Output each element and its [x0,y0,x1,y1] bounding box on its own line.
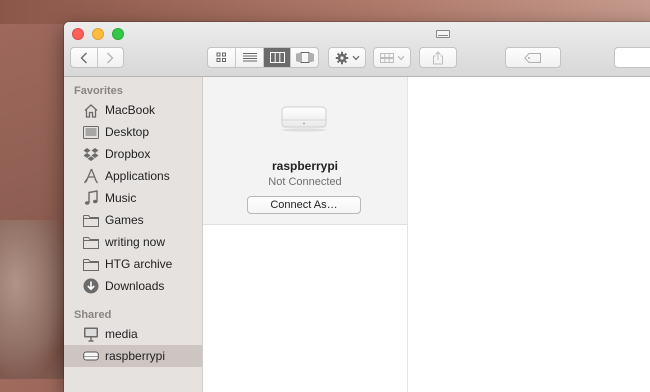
chevron-left-icon [80,52,87,63]
sidebar-item-label: media [105,327,138,341]
sidebar-item-media[interactable]: media [64,323,202,345]
finder-window: Favorites MacBook Desktop Dropbox Applic… [64,22,650,392]
cover-flow-button[interactable] [290,48,318,67]
sidebar-item-label: writing now [105,235,166,249]
list-view-icon [242,53,257,62]
action-menu-button[interactable] [328,47,366,68]
sidebar-item-label: MacBook [105,103,156,117]
view-mode-control [207,47,319,68]
sidebar-item-label: raspberrypi [105,349,166,363]
arrange-menu-button[interactable] [373,47,411,68]
desktop-icon [82,123,100,141]
network-drive-title-icon [436,30,450,38]
network-drive-icon [82,347,100,365]
chevron-down-icon [352,55,359,60]
sidebar-item-label: Music [105,191,137,205]
minimize-window-button[interactable] [92,28,104,40]
sidebar-item-writing-now[interactable]: writing now [64,231,202,253]
titlebar [64,22,650,77]
sidebar-item-label: Applications [105,169,170,183]
sidebar-item-music[interactable]: Music [64,187,202,209]
downloads-icon [82,277,100,295]
home-icon [82,101,100,119]
sidebar-item-applications[interactable]: Applications [64,165,202,187]
chevron-right-icon [107,52,114,63]
column-view-icon [269,52,285,63]
connect-as-button[interactable]: Connect As… [247,196,361,214]
folder-icon [82,211,100,229]
sidebar-item-macbook[interactable]: MacBook [64,99,202,121]
sidebar-item-dropbox[interactable]: Dropbox [64,143,202,165]
browser-column: raspberrypi Not Connected Connect As… [203,77,408,392]
edit-tags-button[interactable] [505,47,561,68]
sidebar-item-label: Games [105,213,144,227]
sidebar-item-label: Downloads [105,279,165,293]
sidebar-item-raspberrypi[interactable]: raspberrypi [64,345,202,367]
sidebar-item-label: Dropbox [105,147,151,161]
column-view-button[interactable] [262,48,291,67]
desktop-wallpaper-top [0,0,650,24]
sidebar-item-downloads[interactable]: Downloads [64,275,202,297]
folder-icon [82,233,100,251]
chevron-down-icon [397,55,404,60]
music-icon [82,189,100,207]
zoom-window-button[interactable] [112,28,124,40]
device-name: raspberrypi [271,159,339,173]
network-server-icon [281,106,327,132]
computer-icon [82,325,100,343]
tag-icon [524,52,541,63]
desktop-wallpaper-blob [0,220,70,380]
back-forward-control [70,47,124,68]
sidebar: Favorites MacBook Desktop Dropbox Applic… [64,77,203,392]
list-view-button[interactable] [235,48,263,67]
favorites-section-label: Favorites [74,85,123,97]
arrange-icon [379,52,394,63]
sidebar-item-label: Desktop [105,125,150,139]
column-browser: raspberrypi Not Connected Connect As… [203,77,650,392]
back-button[interactable] [71,48,97,67]
folder-icon [82,255,100,273]
connection-status: Not Connected [268,176,342,188]
share-icon [433,50,443,64]
sidebar-item-label: HTG archive [105,257,173,271]
icon-view-button[interactable] [208,48,235,67]
sidebar-item-desktop[interactable]: Desktop [64,121,202,143]
shared-section-label: Shared [74,309,112,321]
gear-icon [335,51,348,64]
sidebar-item-htg-archive[interactable]: HTG archive [64,253,202,275]
icon-view-icon [216,52,227,62]
device-info-panel: raspberrypi Not Connected Connect As… [203,77,407,225]
dropbox-icon [82,145,100,163]
search-field[interactable] [614,47,650,68]
forward-button[interactable] [96,48,124,67]
close-window-button[interactable] [72,28,84,40]
sidebar-item-games[interactable]: Games [64,209,202,231]
applications-icon [82,167,100,185]
share-button[interactable] [419,47,457,68]
cover-flow-icon [296,52,314,63]
